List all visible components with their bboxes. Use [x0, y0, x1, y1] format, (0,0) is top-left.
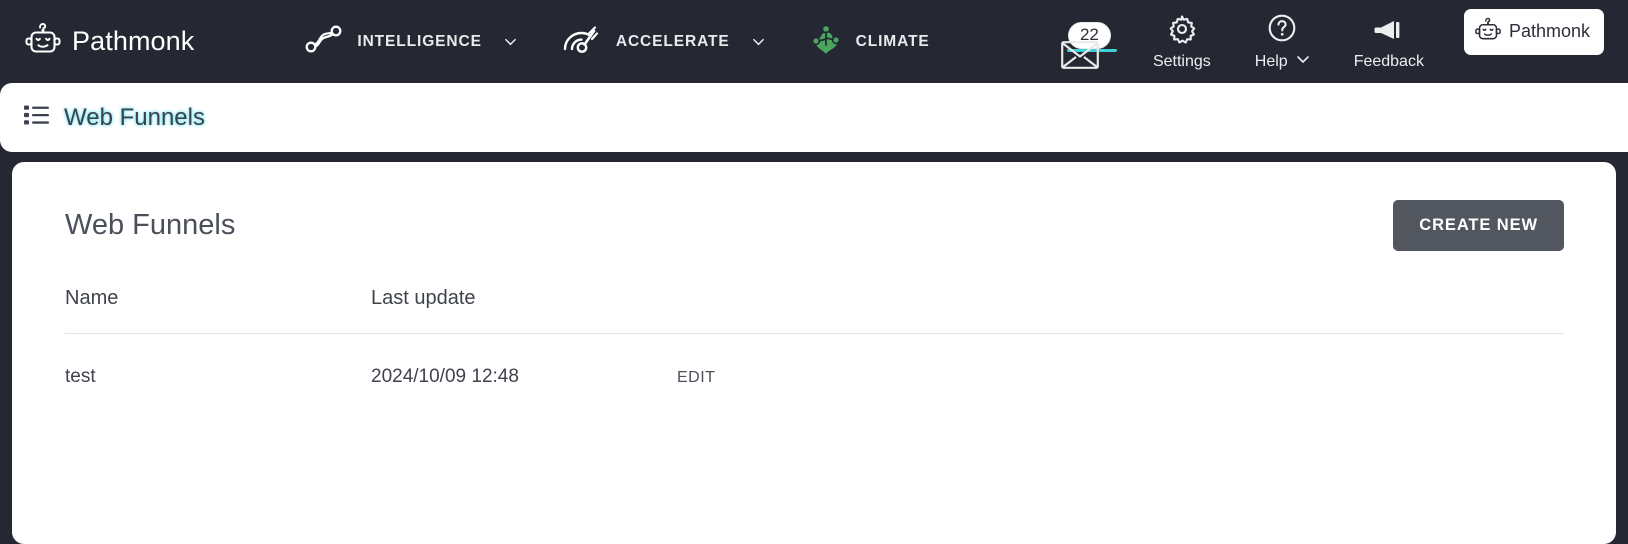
column-header-last-update: Last update — [371, 287, 476, 309]
column-header-actions — [677, 287, 1564, 334]
feedback-label: Feedback — [1353, 53, 1424, 70]
cell-actions: EDIT — [677, 334, 1564, 389]
brand-name: Pathmonk — [72, 26, 195, 56]
page-title: Web Funnels — [65, 209, 236, 241]
breadcrumb-bar: Web Funnels — [0, 83, 1628, 152]
envelope-icon — [1061, 41, 1099, 74]
speedometer-icon — [561, 22, 603, 61]
robot-icon — [24, 22, 62, 61]
nav-label-intelligence: INTELLIGENCE — [357, 32, 482, 50]
brand-logo[interactable]: Pathmonk — [24, 22, 194, 61]
question-circle-icon — [1267, 13, 1297, 48]
breadcrumb[interactable]: Web Funnels — [24, 104, 205, 132]
card-header: Web Funnels CREATE NEW — [12, 200, 1616, 251]
settings-button[interactable]: Settings — [1131, 14, 1233, 83]
messages-button[interactable]: 22 — [1031, 19, 1131, 83]
table-body: test 2024/10/09 12:48 EDIT — [65, 334, 1564, 389]
chevron-down-icon — [752, 35, 765, 48]
header-right-actions: 22 Settings Help Feedback Pathmonk — [1031, 0, 1604, 83]
account-button[interactable]: Pathmonk — [1463, 8, 1604, 55]
create-new-button[interactable]: CREATE NEW — [1393, 200, 1564, 251]
web-funnels-table: Name Last update test 2024/10/09 12:48 E… — [65, 287, 1564, 388]
nav-label-climate: CLIMATE — [855, 32, 930, 50]
megaphone-icon — [1372, 18, 1406, 49]
table-header-row: Name Last update — [65, 287, 1564, 334]
green-tree-icon — [809, 21, 843, 62]
nav-item-intelligence[interactable]: INTELLIGENCE — [282, 23, 538, 60]
edit-link[interactable]: EDIT — [677, 369, 715, 386]
help-label: Help — [1255, 52, 1310, 71]
main-content-card: Web Funnels CREATE NEW Name Last update … — [12, 162, 1616, 544]
messages-icon-wrap: 22 — [1053, 19, 1117, 74]
top-navigation-bar: Pathmonk INTELLIGENCE ACCELERATE CLIMATE… — [0, 0, 1628, 83]
table-row: test 2024/10/09 12:48 EDIT — [65, 334, 1564, 389]
cell-last-update: 2024/10/09 12:48 — [371, 366, 519, 387]
breadcrumb-label: Web Funnels — [64, 103, 205, 131]
nav-item-climate[interactable]: CLIMATE — [787, 21, 952, 62]
column-header-name: Name — [65, 287, 119, 309]
help-button[interactable]: Help — [1233, 13, 1332, 83]
chevron-down-icon — [504, 35, 517, 48]
robot-icon — [1474, 17, 1502, 47]
help-text: Help — [1254, 52, 1288, 70]
cell-funnel-name: test — [65, 366, 96, 387]
settings-label: Settings — [1152, 53, 1211, 70]
gear-icon — [1167, 14, 1197, 49]
nav-label-accelerate: ACCELERATE — [615, 32, 730, 50]
path-nodes-icon — [304, 23, 344, 60]
chevron-down-icon — [1296, 52, 1310, 71]
table-header: Name Last update — [65, 287, 1564, 334]
main-menu: INTELLIGENCE ACCELERATE CLIMATE — [282, 21, 951, 62]
feedback-button[interactable]: Feedback — [1332, 18, 1446, 83]
nav-item-accelerate[interactable]: ACCELERATE — [539, 22, 787, 61]
section-divider — [0, 152, 1628, 162]
account-label: Pathmonk — [1508, 21, 1590, 41]
list-icon — [24, 104, 50, 131]
